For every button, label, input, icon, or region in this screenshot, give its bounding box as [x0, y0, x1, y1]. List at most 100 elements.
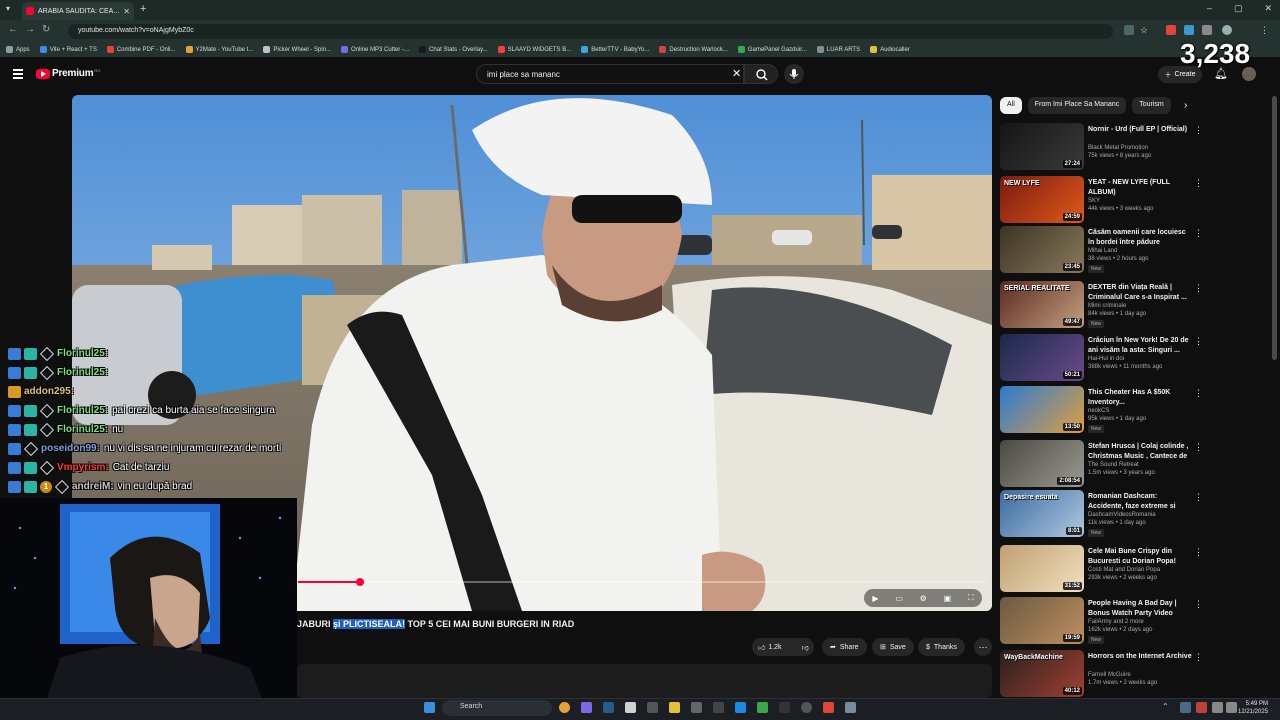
- chrome-icon[interactable]: [559, 702, 570, 713]
- url-field[interactable]: youtube.com/watch?v=oNAjgMybZ0c: [68, 24, 1113, 39]
- reload-icon[interactable]: ↻: [42, 24, 50, 35]
- video-title[interactable]: YEAT - NEW LYFE (FULL ALBUM): [1088, 178, 1192, 197]
- video-thumbnail[interactable]: 27:24: [1000, 123, 1084, 170]
- recommended-video[interactable]: 2:08:54 Stefan Hrusca | Colaj colinde , C…: [1000, 440, 1210, 490]
- video-thumbnail[interactable]: 23:45: [1000, 226, 1084, 273]
- discord-icon[interactable]: [581, 702, 592, 713]
- fullscreen-icon[interactable]: ⛶: [968, 593, 974, 603]
- video-thumbnail[interactable]: SERIAL REALITATE 49:47: [1000, 281, 1084, 328]
- video-thumbnail[interactable]: 2:08:54: [1000, 440, 1084, 487]
- recommended-video[interactable]: 31:52 Cele Mai Bune Crispy din Bucuresti …: [1000, 545, 1210, 595]
- video-title[interactable]: DEXTER din Viața Reală | Criminalul Care…: [1088, 283, 1192, 302]
- tray-icon[interactable]: [1196, 702, 1207, 713]
- recommended-video[interactable]: WayBackMachine 40:12 Horrors on the Intern…: [1000, 650, 1210, 700]
- app-icon[interactable]: [779, 702, 790, 713]
- app-icon[interactable]: [647, 702, 658, 713]
- extension-icon[interactable]: [1166, 25, 1176, 35]
- forward-icon[interactable]: →: [25, 24, 35, 35]
- recommended-video[interactable]: 27:24 Nornir - Urd (Full EP | Official) Bl…: [1000, 123, 1210, 173]
- network-icon[interactable]: [1212, 702, 1223, 713]
- video-title[interactable]: Căsăm oamenii care locuiesc în bordei în…: [1088, 228, 1192, 247]
- clear-search-icon[interactable]: ✕: [732, 67, 741, 80]
- bookmark-item[interactable]: Chat Stats - Overlay...: [419, 46, 488, 53]
- more-options-icon[interactable]: ⋮: [1194, 125, 1203, 136]
- more-options-icon[interactable]: ⋮: [1194, 178, 1203, 189]
- maximize-icon[interactable]: ▢: [1234, 3, 1243, 14]
- tray-icon[interactable]: [1180, 702, 1191, 713]
- youtube-logo[interactable]: Premium RO: [36, 68, 100, 79]
- video-title[interactable]: Stefan Hrusca | Colaj colinde , Christma…: [1088, 442, 1192, 461]
- video-title[interactable]: People Having A Bad Day | Bonus Watch Pa…: [1088, 599, 1192, 618]
- more-options-icon[interactable]: ⋮: [1194, 547, 1203, 558]
- close-tab-icon[interactable]: ✕: [123, 7, 130, 16]
- bookmark-item[interactable]: Combine PDF - Onli...: [106, 46, 176, 53]
- video-title[interactable]: Nornir - Urd (Full EP | Official): [1088, 125, 1192, 135]
- video-title[interactable]: Romanian Dashcam: Accidente, faze extrem…: [1088, 492, 1192, 511]
- more-options-icon[interactable]: ⋮: [1194, 492, 1203, 503]
- obs-icon[interactable]: [801, 702, 812, 713]
- more-options-icon[interactable]: ⋮: [1194, 599, 1203, 610]
- channel-name[interactable]: The Sound Retreat: [1088, 462, 1139, 468]
- extensions-icon[interactable]: [1202, 25, 1212, 35]
- menu-icon[interactable]: [13, 69, 23, 79]
- minimize-icon[interactable]: –: [1207, 3, 1212, 14]
- video-thumbnail[interactable]: 31:52: [1000, 545, 1084, 592]
- app-icon[interactable]: [625, 702, 636, 713]
- tab-list-icon[interactable]: ▾: [6, 4, 10, 13]
- recommended-video[interactable]: 13:50 This Cheater Has A $50K Inventory..…: [1000, 386, 1210, 436]
- recommended-video[interactable]: Depasire esuata 8:01 Romanian Dashcam: Acc…: [1000, 490, 1210, 540]
- video-thumbnail[interactable]: Depasire esuata 8:01: [1000, 490, 1084, 537]
- chevron-right-icon[interactable]: ›: [1184, 100, 1187, 111]
- install-icon[interactable]: [1124, 25, 1134, 35]
- browser-tab-active[interactable]: ARABIA SAUDITA: CEA MAI ✕: [22, 2, 134, 20]
- windows-start-icon[interactable]: [424, 702, 435, 713]
- autoplay-icon[interactable]: ▶: [872, 594, 878, 603]
- channel-name[interactable]: neokCS: [1088, 408, 1109, 414]
- bookmark-item[interactable]: Vite + React + TS: [39, 46, 97, 53]
- steam-icon[interactable]: [603, 702, 614, 713]
- system-clock[interactable]: 5:49 PM 12/21/2025: [1238, 700, 1268, 716]
- progress-track[interactable]: [298, 581, 986, 583]
- filter-chip[interactable]: From Imi Place Sa Mananc: [1027, 97, 1127, 114]
- channel-name[interactable]: Costi Mat and Dorian Popa: [1088, 567, 1160, 573]
- more-options-icon[interactable]: ⋮: [1194, 336, 1203, 347]
- recommended-video[interactable]: 23:45 Căsăm oamenii care locuiesc în bord…: [1000, 226, 1210, 276]
- filter-chip[interactable]: All: [1000, 97, 1022, 114]
- video-title[interactable]: Cele Mai Bune Crispy din Bucuresti cu Do…: [1088, 547, 1192, 566]
- recommended-video[interactable]: NEW LYFE 24:59 YEAT - NEW LYFE (FULL ALBUM…: [1000, 176, 1210, 226]
- new-tab-icon[interactable]: +: [140, 3, 146, 15]
- channel-name[interactable]: SKY: [1088, 198, 1100, 204]
- video-thumbnail[interactable]: NEW LYFE 24:59: [1000, 176, 1084, 223]
- bookmark-item[interactable]: Audiocaller: [870, 46, 910, 53]
- miniplayer-icon[interactable]: ▣: [944, 594, 952, 603]
- search-button[interactable]: [744, 64, 778, 84]
- bookmark-item[interactable]: Y2Mate - YouTube t...: [185, 46, 253, 53]
- bookmark-item[interactable]: BetterTTV - BabyYo...: [581, 46, 649, 53]
- recommended-video[interactable]: SERIAL REALITATE 49:47 DEXTER din Viața Re…: [1000, 281, 1210, 331]
- close-window-icon[interactable]: ✕: [1264, 3, 1272, 14]
- more-actions-button[interactable]: ⋯: [974, 638, 992, 656]
- volume-icon[interactable]: [1226, 702, 1237, 713]
- folder-icon[interactable]: [669, 702, 680, 713]
- brave-icon[interactable]: [823, 702, 834, 713]
- video-title[interactable]: Crăciun în New York! De 20 de ani visăm …: [1088, 336, 1192, 355]
- xbox-icon[interactable]: [757, 702, 768, 713]
- bookmark-item[interactable]: SLAAYD WIDGETS B...: [497, 46, 571, 53]
- more-options-icon[interactable]: ⋮: [1194, 442, 1203, 453]
- channel-name[interactable]: FailArmy and 2 more: [1088, 619, 1144, 625]
- channel-name[interactable]: Mihai Land: [1088, 248, 1117, 254]
- app-icon[interactable]: [845, 702, 856, 713]
- channel-name[interactable]: Mimi criminale: [1088, 303, 1126, 309]
- more-options-icon[interactable]: ⋮: [1194, 283, 1203, 294]
- video-thumbnail[interactable]: WayBackMachine 40:12: [1000, 650, 1084, 697]
- video-title[interactable]: This Cheater Has A $50K Inventory...: [1088, 388, 1192, 407]
- channel-name[interactable]: DashcamVideosRomania: [1088, 512, 1156, 518]
- profile-icon[interactable]: [1222, 25, 1232, 35]
- video-title[interactable]: Horrors on the Internet Archive: [1088, 652, 1192, 662]
- app-icon[interactable]: [713, 702, 724, 713]
- filter-chip[interactable]: Tourism: [1132, 97, 1171, 114]
- more-options-icon[interactable]: ⋮: [1194, 388, 1203, 399]
- channel-name[interactable]: Farnell McGuire: [1088, 672, 1131, 678]
- like-button[interactable]: 👍︎ 1.2k: [752, 638, 788, 656]
- bookmark-item[interactable]: LUAR ARTS: [816, 46, 860, 53]
